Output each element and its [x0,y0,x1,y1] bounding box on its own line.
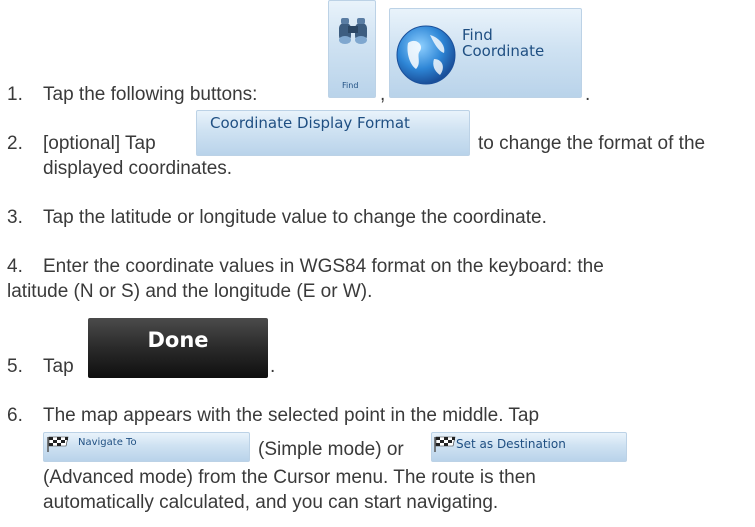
coordinate-display-format-button[interactable]: Coordinate Display Format [196,110,470,156]
find-button-label: Find [342,81,359,90]
done-button[interactable]: Done [88,318,268,378]
navigate-to-button[interactable]: Navigate To [43,432,250,462]
set-as-destination-button[interactable]: Set as Destination [431,432,627,462]
globe-icon [396,25,456,85]
step-2-text-cont: displayed coordinates. [43,158,233,179]
step-2-text: [optional] Tap [43,133,156,154]
step-5-end: . [270,356,276,377]
done-button-label: Done [147,328,209,352]
step-6-line4: automatically calculated, and you can st… [43,492,499,513]
binoculars-icon [339,18,367,44]
checkered-flag-icon [434,436,456,452]
step-1-separator: , [380,84,386,105]
step-1-end: . [585,84,591,105]
find-coordinate-label-line2: Coordinate [462,42,545,60]
step-6-mid: (Simple mode) or [258,439,404,460]
step-4-line2: latitude (N or S) and the longitude (E o… [7,281,373,302]
coordinate-display-format-label: Coordinate Display Format [210,114,410,132]
set-as-destination-label: Set as Destination [456,437,566,451]
step-3-number: 3. [7,207,23,228]
step-2-text-after: to change the format of the [478,133,706,154]
find-coordinate-button[interactable]: Find Coordinate [389,8,582,98]
step-2-number: 2. [7,133,23,154]
step-5-text: Tap [43,356,74,377]
step-1-text: Tap the following buttons: [43,84,258,105]
step-6-number: 6. [7,405,23,426]
step-4-line1: Enter the coordinate values in WGS84 for… [43,256,604,277]
step-1-number: 1. [7,84,23,105]
checkered-flag-icon [47,436,69,452]
step-4-number: 4. [7,256,23,277]
step-6-line3: (Advanced mode) from the Cursor menu. Th… [43,467,536,488]
step-6-line1: The map appears with the selected point … [43,405,540,426]
navigate-to-label: Navigate To [78,437,137,448]
step-3-text: Tap the latitude or longitude value to c… [43,207,547,228]
find-button[interactable]: Find [328,0,376,98]
step-5-number: 5. [7,356,23,377]
